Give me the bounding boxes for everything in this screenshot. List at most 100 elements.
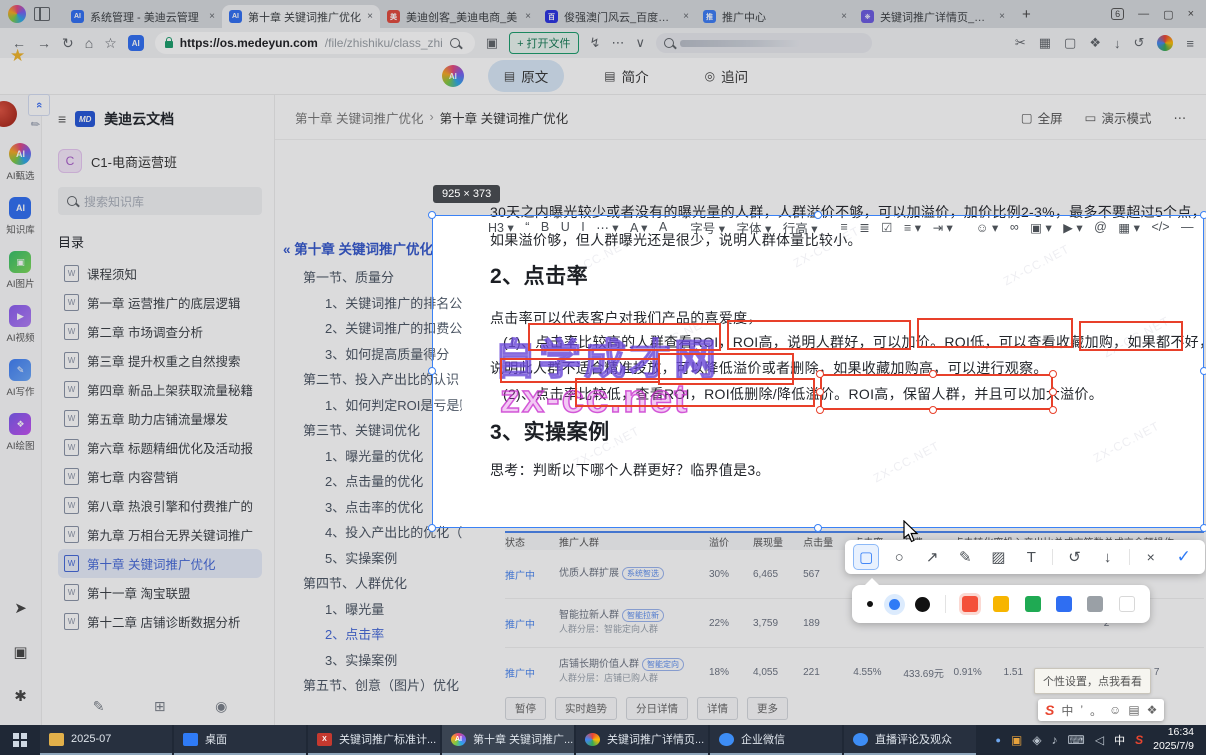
- rail-item[interactable]: ❖ AI绘图: [7, 413, 34, 452]
- fullscreen-button[interactable]: ▢ 全屏: [1021, 108, 1063, 127]
- view-mode-tab[interactable]: ▤ 原文: [487, 60, 565, 92]
- selection-resize-handle[interactable]: [1200, 524, 1206, 532]
- color-green[interactable]: [1024, 596, 1041, 612]
- url-box[interactable]: https://os.medeyun.com /file/zhishiku/cl…: [154, 32, 475, 54]
- toc-item[interactable]: W 第五章 助力店铺流量爆发: [58, 404, 262, 433]
- rect-tool[interactable]: ▢: [853, 544, 880, 570]
- browser-tab[interactable]: ❋ 关键词推广详情页_万相 ×: [854, 5, 1012, 28]
- browser-tab[interactable]: AI 系统管理 - 美迪云管理 ×: [64, 5, 222, 28]
- restore-button[interactable]: ▢: [1163, 8, 1173, 21]
- taskbar-item[interactable]: X 关键词推广标准计...: [308, 725, 440, 755]
- split-view-icon[interactable]: [34, 7, 50, 21]
- taskbar-item[interactable]: 桌面: [174, 725, 306, 755]
- app-tray-icon[interactable]: ▣: [1011, 733, 1022, 747]
- extension-badge-icon[interactable]: ▦: [1039, 35, 1051, 51]
- table-footer-button[interactable]: 分日详情: [626, 697, 688, 720]
- scissors-icon[interactable]: ✂: [1015, 35, 1026, 51]
- quick-search-box[interactable]: [655, 33, 872, 53]
- presentation-mode-button[interactable]: ▭ 演示模式: [1085, 108, 1152, 127]
- arrow-tool[interactable]: ↗: [920, 545, 944, 569]
- close-button[interactable]: ×: [1188, 8, 1194, 20]
- toc-item[interactable]: W 第十章 关键词推广优化: [58, 549, 262, 578]
- selection-resize-handle[interactable]: [428, 211, 436, 219]
- gear-icon[interactable]: ✱: [14, 687, 27, 705]
- stroke-small-dot[interactable]: [867, 601, 874, 607]
- toc-item[interactable]: W 第十二章 店铺诊断数据分析: [58, 607, 262, 636]
- chapter-nav-item[interactable]: 2、点击率: [275, 621, 462, 647]
- tab-close-icon[interactable]: ×: [367, 11, 373, 22]
- image-mode-icon[interactable]: ▣: [486, 35, 498, 51]
- collapse-sidebar-button[interactable]: «: [28, 94, 50, 116]
- browser-tab[interactable]: AI 第十章 关键词推广优化 ×: [222, 5, 380, 28]
- mic-icon[interactable]: ♪: [1052, 733, 1058, 747]
- selection-resize-handle[interactable]: [814, 211, 822, 219]
- ellipse-tool[interactable]: ○: [887, 545, 911, 569]
- forward-button[interactable]: →: [37, 35, 51, 51]
- chevron-down-icon[interactable]: ∨: [635, 35, 645, 51]
- table-footer-button[interactable]: 详情: [697, 697, 738, 720]
- kb-search-input[interactable]: 搜索知识库: [58, 187, 262, 215]
- color-gray[interactable]: [1087, 596, 1104, 612]
- settings-tooltip[interactable]: 个性设置，点我看看: [1034, 668, 1151, 694]
- taskbar-clock[interactable]: 16:34 2025/7/9: [1153, 725, 1206, 755]
- breadcrumb-first[interactable]: 第十章 关键词推广优化: [295, 108, 423, 127]
- search-icon[interactable]: [449, 38, 460, 48]
- more-options-icon[interactable]: ⋯: [1174, 110, 1187, 125]
- view-mode-tab[interactable]: ▤ 简介: [588, 60, 664, 92]
- ai-extension-icon[interactable]: AI: [127, 35, 144, 51]
- tab-count-badge[interactable]: 6: [1111, 8, 1125, 20]
- view-mode-tab[interactable]: ◎ 追问: [689, 60, 764, 92]
- ime-punct[interactable]: ’: [1080, 703, 1083, 717]
- input-method-indicator[interactable]: 中: [1114, 732, 1125, 748]
- rail-item[interactable]: ▶ AI视频: [7, 305, 34, 344]
- sidebar-menu-icon[interactable]: ≡: [58, 111, 66, 127]
- taskbar-item[interactable]: 企业微信: [710, 725, 842, 755]
- selection-resize-handle[interactable]: [1200, 367, 1206, 375]
- toc-item[interactable]: W 第二章 市场调查分析: [58, 317, 262, 346]
- workspace-row[interactable]: C C1-电商运营班: [58, 149, 262, 173]
- minimize-button[interactable]: —: [1138, 8, 1149, 20]
- chapter-nav-item[interactable]: 3、实操案例: [275, 647, 462, 673]
- taskbar-item[interactable]: AI 第十章 关键词推广...: [442, 725, 574, 755]
- tab-close-icon[interactable]: ×: [841, 11, 847, 22]
- wecom-tray-icon[interactable]: ●: [996, 735, 1001, 745]
- selection-resize-handle[interactable]: [814, 524, 822, 532]
- divider[interactable]: [1128, 549, 1130, 565]
- ime-toolbox-icon[interactable]: ❖: [1147, 703, 1158, 717]
- ime-keyboard-icon[interactable]: ▤: [1128, 703, 1139, 717]
- ime-period[interactable]: 。: [1090, 702, 1102, 719]
- sogou-logo-icon[interactable]: S: [1045, 702, 1054, 718]
- table-footer-button[interactable]: 暂停: [505, 697, 546, 720]
- rail-item[interactable]: ▣ AI图片: [7, 251, 34, 290]
- download-tool[interactable]: ↓: [1096, 545, 1120, 569]
- open-file-button[interactable]: + 打开文件: [509, 32, 579, 54]
- taskbar-item[interactable]: 关键词推广详情页...: [576, 725, 708, 755]
- start-button[interactable]: [0, 725, 40, 755]
- tab-close-icon[interactable]: ×: [683, 11, 689, 22]
- send-icon[interactable]: ➤: [14, 599, 27, 617]
- selection-resize-handle[interactable]: [428, 367, 436, 375]
- table-header-cell[interactable]: 状态: [505, 534, 559, 549]
- display-icon[interactable]: ⌨: [1068, 733, 1085, 747]
- rail-item[interactable]: AI AI甄选: [7, 143, 34, 182]
- selection-resize-handle[interactable]: [1200, 211, 1206, 219]
- cancel-tool[interactable]: ×: [1139, 545, 1163, 569]
- color-yellow[interactable]: [993, 596, 1010, 612]
- app-icon[interactable]: ▣: [13, 643, 27, 661]
- browser-tab[interactable]: 百 俊强澳门风云_百度搜索 ×: [538, 5, 696, 28]
- bookmark-star-icon[interactable]: ★: [10, 46, 25, 66]
- download-icon[interactable]: ↓: [1114, 36, 1121, 51]
- browser-tab[interactable]: 推 推广中心 ×: [696, 5, 854, 28]
- mosaic-tool[interactable]: ▨: [986, 545, 1010, 569]
- profile-avatar[interactable]: [1157, 35, 1174, 51]
- taskbar-item[interactable]: 直播评论及观众: [844, 725, 976, 755]
- collapse-icon[interactable]: «: [283, 242, 291, 257]
- lightning-icon[interactable]: ↯: [590, 35, 601, 51]
- toc-item[interactable]: W 第一章 运营推广的底层逻辑: [58, 288, 262, 317]
- compose-icon[interactable]: ✎: [93, 698, 105, 715]
- divider[interactable]: [1052, 549, 1054, 565]
- pen-tool[interactable]: ✎: [953, 545, 977, 569]
- toc-item[interactable]: W 第四章 新品上架获取流量秘籍: [58, 375, 262, 404]
- browser-menu-icon[interactable]: ≡: [1186, 36, 1194, 51]
- ime-emoji-icon[interactable]: ☺: [1109, 703, 1121, 717]
